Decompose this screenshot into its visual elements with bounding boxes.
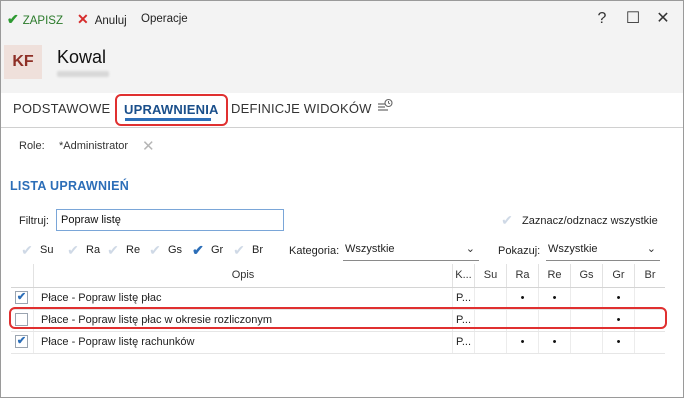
toolbar: ✔ ZAPISZ ✕ Anuluj Operacje ? ☐ ✕ [1,1,683,37]
check-icon: ✔ [21,242,33,258]
check-icon: ✔ [149,242,161,258]
show-label: Pokazuj: [498,245,541,257]
chevron-down-icon: ⌄ [646,243,656,255]
active-tab-indicator [125,118,211,121]
tab-basic[interactable]: PODSTAWOWE [13,100,110,118]
avatar: KF [4,45,42,79]
filter-input[interactable] [56,209,284,231]
filter-label: Filtruj: [19,215,49,227]
check-icon: ✔ [233,242,245,258]
row-checkbox[interactable]: ✔ [15,335,28,348]
header-gr[interactable]: Gr [602,264,634,287]
remove-role-icon[interactable]: ✕ [142,137,155,155]
blurred-subtitle [57,71,109,77]
category-select[interactable]: Wszystkie ⌄ [343,240,479,261]
row-category: P... [452,332,474,353]
help-button[interactable]: ? [592,9,612,29]
close-icon: ✕ [77,11,89,27]
check-icon: ✔ [7,11,19,27]
maximize-button[interactable]: ☐ [623,9,643,29]
close-window-button[interactable]: ✕ [653,9,673,29]
cell-br [634,288,665,309]
cell-su [474,332,506,353]
cell-ra: • [506,332,538,353]
header-opis[interactable]: Opis [33,264,452,287]
role-value: *Administrator [59,140,129,152]
history-icon[interactable] [377,98,393,116]
tab-permissions[interactable]: UPRAWNIENIA [115,94,228,126]
record-header: KF Kowal [1,37,683,93]
cell-br [634,332,665,353]
show-select[interactable]: Wszystkie ⌄ [546,240,660,261]
role-label: Role: [19,140,45,152]
cell-gr: • [602,288,634,309]
cell-re: • [538,288,570,309]
cell-re: • [538,332,570,353]
select-all-checkbox[interactable]: ✔ [498,211,516,229]
row-category: P... [452,288,474,309]
chevron-down-icon: ⌄ [465,243,475,255]
row-description: Płace - Popraw listę płac [33,288,452,309]
header-re[interactable]: Re [538,264,570,287]
header-k[interactable]: K... [452,264,474,287]
select-all-label: Zaznacz/odznacz wszystkie [522,215,658,227]
cell-gr: • [602,332,634,353]
header-ra[interactable]: Ra [506,264,538,287]
table-row[interactable]: ✔ Płace - Popraw listę rachunków P... • … [11,332,665,354]
row-checkbox[interactable]: ✔ [15,291,28,304]
cell-gs [570,288,602,309]
check-icon: ✔ [67,242,79,258]
record-name: Kowal [57,47,107,67]
cell-ra: • [506,288,538,309]
header-su[interactable]: Su [474,264,506,287]
tab-view-definitions[interactable]: DEFINICJE WIDOKÓW [231,100,372,118]
row-description: Płace - Popraw listę rachunków [33,332,452,353]
header-gs[interactable]: Gs [570,264,602,287]
cancel-button[interactable]: ✕ Anuluj [77,11,127,27]
cell-su [474,288,506,309]
cell-gs [570,332,602,353]
user-edit-window: ✔ ZAPISZ ✕ Anuluj Operacje ? ☐ ✕ KF Kowal … [0,0,684,398]
check-icon: ✔ [192,242,204,258]
table-header: Opis K... Su Ra Re Gs Gr Br [11,264,665,288]
operations-menu[interactable]: Operacje [141,11,188,27]
category-label: Kategoria: [289,245,340,257]
header-check [11,264,33,287]
row-highlight-annotation [9,307,667,329]
section-title: LISTA UPRAWNIEŃ [10,179,130,193]
tab-bar: PODSTAWOWE UPRAWNIENIA DEFINICJE WIDOKÓW [1,93,683,128]
header-br[interactable]: Br [634,264,665,287]
check-icon: ✔ [107,242,119,258]
save-button[interactable]: ✔ ZAPISZ [7,11,63,27]
